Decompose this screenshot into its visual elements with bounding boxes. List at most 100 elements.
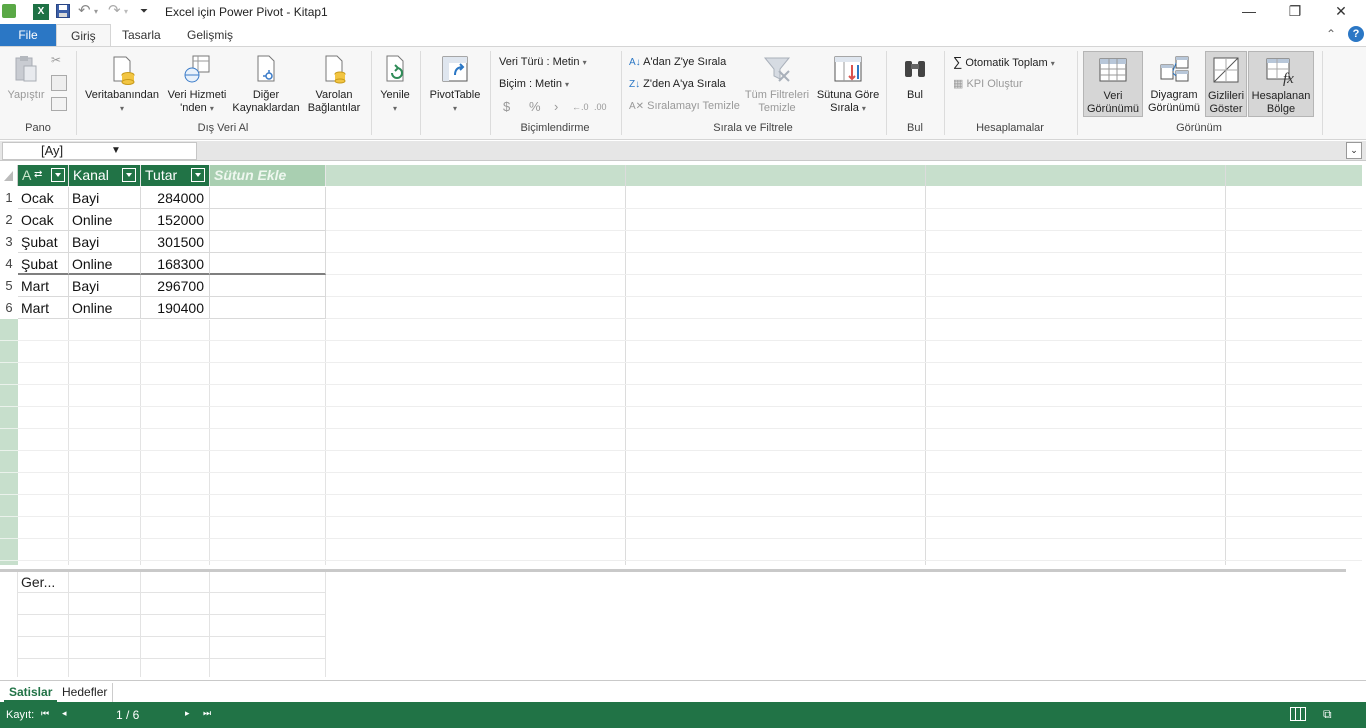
undo-icon[interactable]: ↶ xyxy=(78,3,94,20)
pivottable-button[interactable]: PivotTable ▾ xyxy=(424,51,486,117)
table-cell-tutar[interactable]: 284000 xyxy=(141,187,210,209)
clear-sort-button[interactable]: A✕ Sıralamayı Temizle xyxy=(629,96,740,116)
table-cell-kanal[interactable]: Bayi xyxy=(69,275,141,297)
paste-button[interactable]: Yapıştır xyxy=(4,51,48,117)
refresh-button[interactable]: Yenile ▾ xyxy=(374,51,416,117)
sort-z-to-a-button[interactable]: Z↓ Z'den A'ya Sırala xyxy=(629,74,726,94)
table-cell-ay[interactable]: Şubat xyxy=(18,253,69,275)
thousands-separator-icon[interactable]: › xyxy=(554,97,558,117)
formula-input[interactable] xyxy=(198,142,1344,160)
close-button[interactable]: ✕ xyxy=(1318,0,1364,24)
column-header-kanal[interactable]: Kanal xyxy=(69,165,141,186)
calc-row-line xyxy=(18,592,326,593)
redo-dropdown-icon[interactable]: ▾ xyxy=(124,4,140,20)
format-dropdown[interactable]: Biçim : Metin ▾ xyxy=(499,74,569,94)
percent-icon[interactable]: % xyxy=(529,97,541,117)
row-number[interactable]: 5 xyxy=(0,275,18,297)
column-header-tutar[interactable]: Tutar xyxy=(141,165,210,186)
column-filter-dropdown-icon[interactable] xyxy=(122,168,136,182)
save-icon[interactable] xyxy=(56,4,72,20)
tab-file[interactable]: File xyxy=(0,24,56,46)
table-cell-kanal[interactable]: Bayi xyxy=(69,187,141,209)
table-cell-tutar[interactable]: 296700 xyxy=(141,275,210,297)
format-copy-icon[interactable] xyxy=(51,97,67,111)
table-cell-ay[interactable]: Ocak xyxy=(18,209,69,231)
decrease-decimal-icon[interactable]: .00 xyxy=(594,97,607,117)
tab-giris[interactable]: Giriş xyxy=(56,24,111,47)
name-box-dropdown-icon[interactable]: ▼ xyxy=(111,143,121,159)
help-icon[interactable]: ? xyxy=(1348,26,1364,42)
show-hidden-icon xyxy=(1210,54,1242,86)
last-record-icon[interactable]: ⏭ xyxy=(203,708,211,719)
table-cell-tutar[interactable]: 190400 xyxy=(141,297,210,319)
diagram-view-button[interactable]: Diyagram Görünümü xyxy=(1145,51,1203,117)
data-type-dropdown[interactable]: Veri Türü : Metin ▾ xyxy=(499,52,587,72)
currency-icon[interactable]: $ xyxy=(503,97,510,117)
table-cell-ay[interactable]: Şubat xyxy=(18,231,69,253)
name-box[interactable]: [Ay] ▼ xyxy=(2,142,197,160)
sort-by-column-button[interactable]: Sütuna Göre Sırala ▾ xyxy=(814,51,882,117)
add-column-header[interactable]: Sütun Ekle xyxy=(210,165,326,186)
next-record-icon[interactable]: ▸ xyxy=(185,708,190,719)
select-all-corner[interactable] xyxy=(0,165,18,186)
sheet-tab-hedefler[interactable]: Hedefler xyxy=(57,683,114,702)
increase-decimal-icon[interactable]: ←.0 xyxy=(572,97,589,117)
column-filter-dropdown-icon[interactable] xyxy=(191,168,205,182)
diagram-view-status-icon[interactable]: ⧉ xyxy=(1323,707,1339,721)
table-cell-ay[interactable]: Mart xyxy=(18,275,69,297)
find-button[interactable]: Bul xyxy=(893,51,937,117)
expand-formula-bar-icon[interactable]: ⌄ xyxy=(1346,142,1362,159)
cut-icon[interactable]: ✂ xyxy=(51,53,67,69)
sheet-tab-satislar[interactable]: Satislar xyxy=(4,683,58,702)
tab-gelismis[interactable]: Gelişmiş xyxy=(173,24,247,46)
autosum-button[interactable]: ∑ Otomatik Toplam ▾ xyxy=(953,52,1055,72)
collapse-ribbon-icon[interactable]: ⌃ xyxy=(1326,27,1336,41)
existing-connections-button[interactable]: Varolan Bağlantılar xyxy=(304,51,364,117)
table-cell-tutar[interactable]: 301500 xyxy=(141,231,210,253)
table-cell-kanal[interactable]: Bayi xyxy=(69,231,141,253)
table-cell-kanal[interactable]: Online xyxy=(69,253,141,275)
column-header-ay[interactable]: A ⇄ xyxy=(18,165,69,186)
row-number[interactable]: 2 xyxy=(0,209,18,231)
row-number[interactable]: 1 xyxy=(0,187,18,209)
create-kpi-button[interactable]: ▦ KPI Oluştur xyxy=(953,74,1023,94)
table-cell-tutar[interactable]: 152000 xyxy=(141,209,210,231)
row-number[interactable]: 6 xyxy=(0,297,18,319)
table-cell-empty[interactable] xyxy=(210,231,326,253)
minimize-button[interactable]: — xyxy=(1226,0,1272,24)
first-record-icon[interactable]: ⏮ xyxy=(41,708,49,719)
from-data-service-button[interactable]: Veri Hizmeti'nden ▾ xyxy=(166,51,228,117)
table-cell-empty[interactable] xyxy=(210,187,326,209)
table-cell-empty[interactable] xyxy=(210,253,326,275)
clear-all-filters-button[interactable]: Tüm Filtreleri Temizle xyxy=(742,51,812,117)
customize-quick-access-icon[interactable]: ⏷ xyxy=(140,4,156,20)
calculation-area-button[interactable]: fx Hesaplanan Bölge xyxy=(1248,51,1314,117)
calc-cell[interactable]: Ger... xyxy=(21,574,55,590)
table-cell-kanal[interactable]: Online xyxy=(69,209,141,231)
copy-icon[interactable] xyxy=(51,75,67,91)
from-database-button[interactable]: Veritabanından ▾ xyxy=(80,51,164,117)
row-number[interactable]: 3 xyxy=(0,231,18,253)
column-filter-dropdown-icon[interactable] xyxy=(51,168,65,182)
row-number[interactable]: 4 xyxy=(0,253,18,275)
column-gridline xyxy=(1225,165,1226,565)
grid-view-status-icon[interactable] xyxy=(1290,707,1306,721)
show-hidden-button[interactable]: Gizlileri Göster xyxy=(1205,51,1247,117)
sort-a-to-z-button[interactable]: A↓ A'dan Z'ye Sırala xyxy=(629,52,726,72)
table-cell-ay[interactable]: Mart xyxy=(18,297,69,319)
tab-tasarla[interactable]: Tasarla xyxy=(108,24,175,46)
table-cell-tutar[interactable]: 168300 xyxy=(141,253,210,275)
table-cell-ay[interactable]: Ocak xyxy=(18,187,69,209)
table-cell-empty[interactable] xyxy=(210,209,326,231)
restore-button[interactable]: ❐ xyxy=(1272,0,1318,24)
previous-record-icon[interactable]: ◂ xyxy=(62,708,67,719)
empty-row-line xyxy=(18,340,1362,341)
table-cell-empty[interactable] xyxy=(210,297,326,319)
table-cell-kanal[interactable]: Online xyxy=(69,297,141,319)
from-other-sources-button[interactable]: Diğer Kaynaklardan xyxy=(230,51,302,117)
redo-icon[interactable]: ↷ xyxy=(108,3,124,20)
table-cell-empty[interactable] xyxy=(210,275,326,297)
data-view-button[interactable]: Veri Görünümü xyxy=(1083,51,1143,117)
excel-icon[interactable]: X xyxy=(33,4,49,20)
sort-za-icon: Z↓ xyxy=(629,79,641,90)
